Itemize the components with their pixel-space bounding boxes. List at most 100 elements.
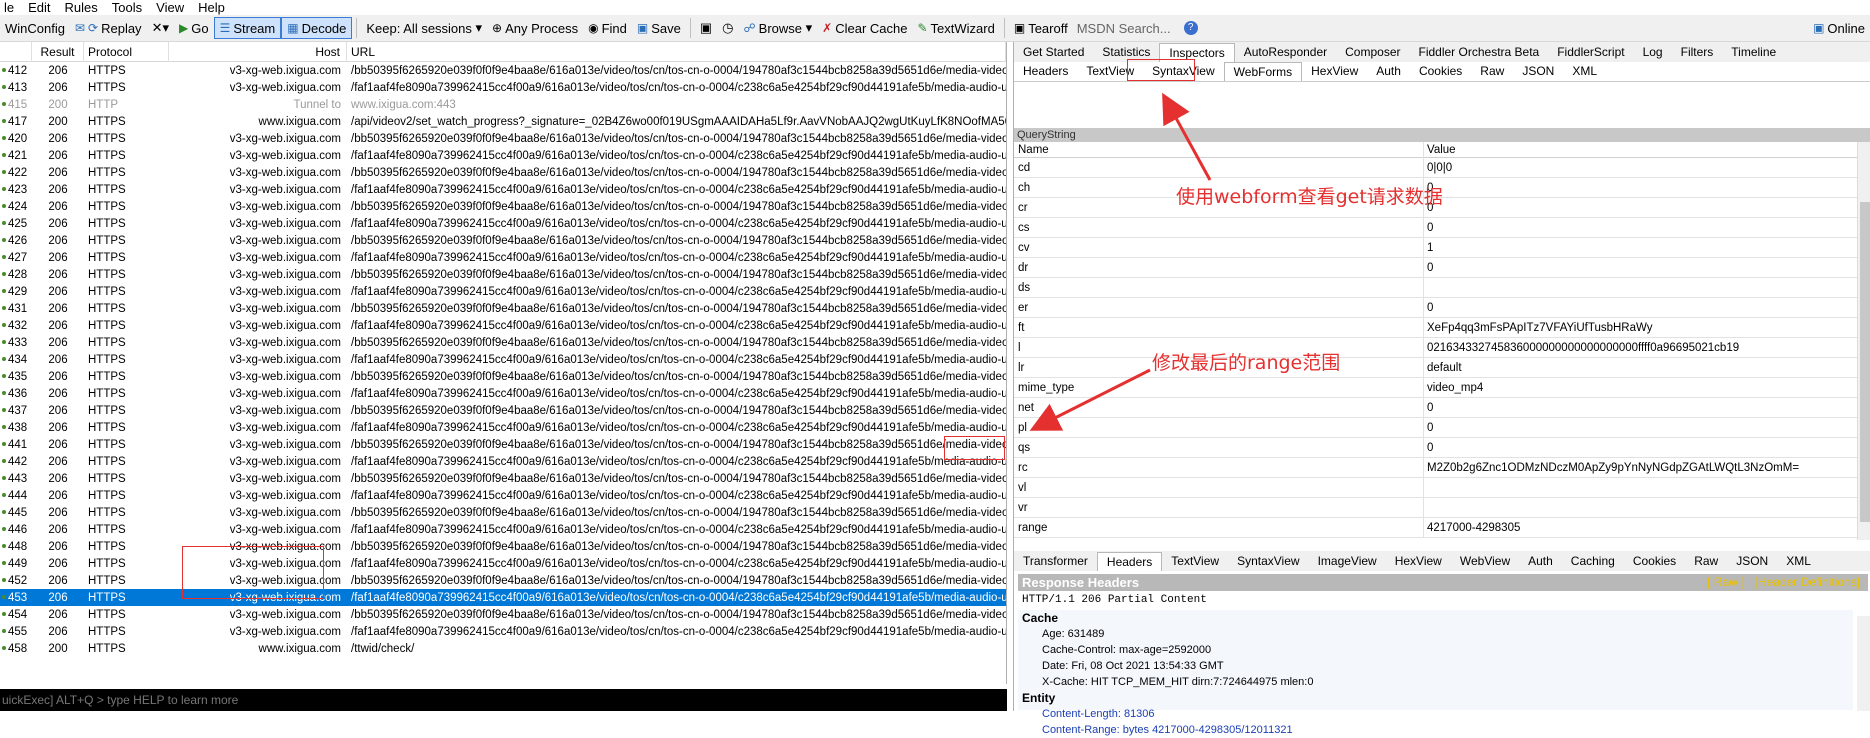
session-row[interactable]: 458 200 HTTPS www.ixigua.com/ttwid/check/ [0, 640, 1006, 657]
value-column-header[interactable]: Value [1424, 142, 1857, 158]
param-name[interactable]: cd [1014, 157, 1424, 178]
any-process-button[interactable]: ⊕ Any Process [487, 17, 583, 39]
session-row[interactable]: 413 206 HTTPS v3-xg-web.ixigua.com/faf1aaf4… [0, 79, 1006, 96]
param-name[interactable]: rc [1014, 457, 1424, 478]
session-row[interactable]: 432 206 HTTPS v3-xg-web.ixigua.com/faf1aaf4… [0, 317, 1006, 334]
col-url-header[interactable]: URL [347, 42, 1006, 62]
tab-fiddlerscript[interactable]: FiddlerScript [1548, 43, 1633, 62]
request-tab-json[interactable]: JSON [1513, 62, 1563, 81]
screenshot-button[interactable]: ▣ [695, 17, 717, 39]
session-row[interactable]: 448 206 HTTPS v3-xg-web.ixigua.com/bb50395f… [0, 538, 1006, 555]
param-value[interactable]: XeFp4qq3mFsPApITz7VFAYiUfTusbHRaWy [1424, 318, 1857, 338]
response-tab-textview[interactable]: TextView [1162, 552, 1228, 571]
help-button[interactable]: ? [1179, 17, 1203, 39]
param-value[interactable]: 0 [1424, 178, 1857, 198]
session-row[interactable]: 427 206 HTTPS v3-xg-web.ixigua.com/faf1aaf4… [0, 249, 1006, 266]
header-line[interactable]: Content-Range: bytes 4217000-4298305/120… [1018, 722, 1853, 738]
menu-edit[interactable]: Edit [24, 0, 54, 15]
request-tab-webforms[interactable]: WebForms [1223, 62, 1303, 81]
col-host-header[interactable]: Host [169, 42, 347, 62]
response-tab-webview[interactable]: WebView [1451, 552, 1519, 571]
menu-rules[interactable]: Rules [61, 0, 102, 15]
menu-tools[interactable]: Tools [108, 0, 146, 15]
param-row[interactable]: cd 0|0|0 [1014, 157, 1857, 178]
request-tab-cookies[interactable]: Cookies [1410, 62, 1471, 81]
tab-composer[interactable]: Composer [1336, 43, 1409, 62]
response-tab-hexview[interactable]: HexView [1386, 552, 1451, 571]
param-row[interactable]: rc M2Z0b2g6Znc1ODMzNDczM0ApZy9pYnNyNGdpZG… [1014, 457, 1857, 478]
request-tab-xml[interactable]: XML [1563, 62, 1606, 81]
tab-log[interactable]: Log [1634, 43, 1672, 62]
param-value[interactable]: 0 [1424, 258, 1857, 278]
param-value[interactable] [1424, 498, 1857, 518]
param-name[interactable]: range [1014, 517, 1424, 538]
session-row[interactable]: 425 206 HTTPS v3-xg-web.ixigua.com/faf1aaf4… [0, 215, 1006, 232]
param-name[interactable]: mime_type [1014, 377, 1424, 398]
session-row[interactable]: 437 206 HTTPS v3-xg-web.ixigua.com/bb50395f… [0, 402, 1006, 419]
param-row[interactable]: vr [1014, 497, 1857, 518]
header-definitions-link[interactable]: [Header Definitions] [1755, 575, 1860, 589]
param-row[interactable]: range 4217000-4298305 [1014, 517, 1857, 538]
header-line[interactable]: Age: 631489 [1018, 626, 1853, 642]
session-row[interactable]: 445 206 HTTPS v3-xg-web.ixigua.com/bb50395f… [0, 504, 1006, 521]
session-row[interactable]: 444 206 HTTPS v3-xg-web.ixigua.com/faf1aaf4… [0, 487, 1006, 504]
replay-button[interactable]: ✉ ⟳ Replay [70, 17, 147, 39]
param-row[interactable]: cs 0 [1014, 217, 1857, 238]
param-name[interactable]: cs [1014, 217, 1424, 238]
param-value[interactable]: 1 [1424, 238, 1857, 258]
tab-get-started[interactable]: Get Started [1014, 43, 1093, 62]
entity-category[interactable]: Entity [1018, 690, 1853, 706]
param-name[interactable]: pl [1014, 417, 1424, 438]
param-name[interactable]: vl [1014, 477, 1424, 498]
menu-help[interactable]: Help [194, 0, 229, 15]
param-value[interactable]: video_mp4 [1424, 378, 1857, 398]
session-row[interactable]: 426 206 HTTPS v3-xg-web.ixigua.com/bb50395f… [0, 232, 1006, 249]
stream-button[interactable]: ☰ Stream [213, 17, 282, 39]
col-result-header[interactable]: Result [32, 42, 84, 62]
session-row[interactable]: 435 206 HTTPS v3-xg-web.ixigua.com/bb50395f… [0, 368, 1006, 385]
session-row[interactable]: 454 206 HTTPS v3-xg-web.ixigua.com/bb50395f… [0, 606, 1006, 623]
cache-category[interactable]: Cache [1018, 610, 1853, 626]
param-name[interactable]: er [1014, 297, 1424, 318]
param-name[interactable]: vr [1014, 497, 1424, 518]
online-indicator[interactable]: ▣ Online [1808, 17, 1870, 39]
response-vscrollbar[interactable] [1857, 616, 1870, 711]
grid-vscrollbar[interactable] [1857, 142, 1870, 540]
param-value[interactable]: 0|0|0 [1424, 158, 1857, 178]
session-row[interactable]: 436 206 HTTPS v3-xg-web.ixigua.com/faf1aaf4… [0, 385, 1006, 402]
response-tab-xml[interactable]: XML [1777, 552, 1820, 571]
session-row[interactable]: 422 206 HTTPS v3-xg-web.ixigua.com/bb50395f… [0, 164, 1006, 181]
session-row[interactable]: 429 206 HTTPS v3-xg-web.ixigua.com/faf1aaf4… [0, 283, 1006, 300]
session-row[interactable]: 423 206 HTTPS v3-xg-web.ixigua.com/faf1aaf4… [0, 181, 1006, 198]
response-tab-raw[interactable]: Raw [1685, 552, 1727, 571]
param-name[interactable]: ds [1014, 277, 1424, 298]
session-row[interactable]: 431 206 HTTPS v3-xg-web.ixigua.com/bb50395f… [0, 300, 1006, 317]
session-row[interactable]: 455 206 HTTPS v3-xg-web.ixigua.com/faf1aaf4… [0, 623, 1006, 640]
session-row[interactable]: 428 206 HTTPS v3-xg-web.ixigua.com/bb50395f… [0, 266, 1006, 283]
col-id-header[interactable] [0, 42, 32, 62]
param-row[interactable]: mime_type video_mp4 [1014, 377, 1857, 398]
param-row[interactable]: er 0 [1014, 297, 1857, 318]
session-row[interactable]: 443 206 HTTPS v3-xg-web.ixigua.com/bb50395f… [0, 470, 1006, 487]
session-row[interactable]: 424 206 HTTPS v3-xg-web.ixigua.com/bb50395f… [0, 198, 1006, 215]
session-row[interactable]: 421 206 HTTPS v3-xg-web.ixigua.com/faf1aaf4… [0, 147, 1006, 164]
param-row[interactable]: qs 0 [1014, 437, 1857, 458]
param-row[interactable]: l 021634332745836000000000000000000ffff0a… [1014, 337, 1857, 358]
session-row[interactable]: 417 200 HTTPS www.ixigua.com/api/videov2/se… [0, 113, 1006, 130]
param-value[interactable] [1424, 278, 1857, 298]
request-tab-auth[interactable]: Auth [1367, 62, 1410, 81]
param-value[interactable]: 4217000-4298305 [1424, 518, 1857, 538]
session-row[interactable]: 420 206 HTTPS v3-xg-web.ixigua.com/bb50395f… [0, 130, 1006, 147]
remove-button[interactable]: ✕▾ [147, 17, 174, 39]
header-line[interactable]: X-Cache: HIT TCP_MEM_HIT dirn:7:72464497… [1018, 674, 1853, 690]
decode-button[interactable]: ▦ Decode [281, 17, 353, 39]
param-row[interactable]: ft XeFp4qq3mFsPApITz7VFAYiUfTusbHRaWy [1014, 317, 1857, 338]
param-value[interactable] [1424, 478, 1857, 498]
session-row[interactable]: 412 206 HTTPS v3-xg-web.ixigua.com/bb50395f… [0, 62, 1006, 79]
param-value[interactable]: default [1424, 358, 1857, 378]
find-button[interactable]: ◉ Find [583, 17, 632, 39]
response-tab-headers[interactable]: Headers [1096, 552, 1163, 571]
param-row[interactable]: ds [1014, 277, 1857, 298]
response-tab-auth[interactable]: Auth [1519, 552, 1562, 571]
winconfig-button[interactable]: WinConfig [0, 17, 70, 39]
